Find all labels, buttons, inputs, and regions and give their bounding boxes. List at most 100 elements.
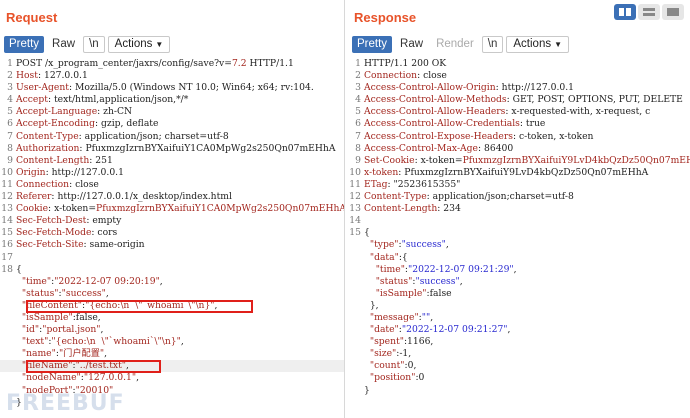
code-token: "门户配置" [58, 348, 105, 360]
line-number: 5 [7, 106, 13, 118]
code-token: : 251 [89, 154, 113, 166]
code-token: "type" [369, 239, 399, 251]
code-token: "spent" [369, 336, 404, 348]
code-token: PfuxmzgIzrnBYXaifuiY9LvD4kbQzDz50Qn07mEH [462, 154, 690, 166]
code-token: }, [364, 299, 379, 311]
line-text: Content-Type: application/json;charset=u… [363, 191, 574, 203]
code-line: 12 Content-Type: application/json;charset… [348, 191, 690, 203]
code-line: } [348, 385, 690, 397]
code-token: , [104, 348, 108, 360]
line-number: 3 [355, 82, 361, 94]
code-line: 7 Access-Control-Expose-Headers: c-token,… [348, 131, 690, 143]
code-line: 13 Cookie: x-token=PfuxmzgIzrnBYXaifuiY1C… [0, 203, 344, 215]
line-text: Connection: close [363, 70, 447, 82]
code-token: Host [16, 70, 38, 82]
code-token: "{echo:\n \"`whoami`\"\n}" [85, 299, 215, 311]
code-line: 15 Sec-Fetch-Mode: cors [0, 227, 344, 239]
code-token: "fileName" [21, 360, 73, 372]
code-token: HTTP/1.1 200 OK [364, 58, 447, 69]
actions-dropdown[interactable]: Actions ▼ [107, 36, 171, 53]
chevron-down-icon: ▼ [155, 40, 164, 49]
code-token: :false [426, 287, 452, 299]
line-number: 8 [7, 142, 13, 154]
code-token: Access-Control-Allow-Methods [364, 94, 507, 106]
tab-pretty[interactable]: Pretty [4, 36, 45, 53]
code-token: "time" [21, 275, 52, 287]
line-text: "isSample":false [363, 288, 452, 300]
code-token: : Mozilla/5.0 (Windows NT 10.0; Win64; x… [68, 82, 314, 94]
line-text: Referer: http://127.0.0.1/x_desktop/inde… [15, 191, 232, 203]
code-line: "spent":1166, [348, 336, 690, 348]
line-number [348, 348, 363, 360]
line-number: 5 [355, 106, 361, 118]
split-horizontal-button[interactable] [614, 4, 636, 20]
code-line: "isSample":false, [0, 312, 344, 324]
code-line: "id":"portal.json", [0, 324, 344, 336]
code-token: "status" [375, 275, 413, 287]
code-line: 11 Connection: close [0, 179, 344, 191]
code-token: : zh-CN [97, 106, 133, 118]
line-text: Authorization: PfuxmzgIzrnBYXaifuiY1CA0M… [15, 143, 335, 155]
code-token: Sec-Fetch-Mode [16, 227, 92, 239]
line-text: User-Agent: Mozilla/5.0 (Windows NT 10.0… [15, 82, 314, 94]
tab-newline[interactable]: \n [481, 36, 504, 53]
line-number: 18 [1, 263, 13, 275]
line-text: } [363, 385, 370, 397]
line-text: Set-Cookie: x-token=PfuxmzgIzrnBYXaifuiY… [363, 155, 690, 167]
code-token: :-1, [396, 348, 412, 360]
code-token: Content-Length [16, 154, 90, 166]
single-pane-icon [667, 8, 679, 16]
code-token: "fileContent" [21, 299, 83, 311]
line-number: 12 [349, 191, 361, 203]
line-number [348, 372, 363, 384]
line-number: 14 [349, 215, 361, 227]
code-token: Authorization [16, 142, 80, 154]
code-token: ETag [364, 178, 388, 190]
line-number [0, 288, 15, 300]
single-view-button[interactable] [662, 4, 684, 20]
split-vertical-button[interactable] [638, 4, 660, 20]
code-token: , [100, 324, 104, 336]
code-token: :0, [404, 360, 417, 372]
tab-render[interactable]: Render [431, 36, 479, 53]
line-text: Cookie: x-token=PfuxmzgIzrnBYXaifuiY1CA0… [15, 203, 345, 215]
code-token: "size" [369, 348, 397, 360]
code-line: "name":"门户配置", [0, 348, 344, 360]
code-token: "data" [369, 251, 399, 263]
line-text: "time":"2022-12-07 09:21:29", [363, 264, 517, 276]
line-text: { [15, 264, 22, 276]
code-line: "message":"", [348, 312, 690, 324]
code-line: 16 Sec-Fetch-Site: same-origin [0, 239, 344, 251]
tab-pretty[interactable]: Pretty [352, 36, 393, 53]
tab-newline[interactable]: \n [83, 36, 105, 53]
code-line: 8 Authorization: PfuxmzgIzrnBYXaifuiY1CA0… [0, 143, 344, 155]
tab-raw[interactable]: Raw [395, 36, 428, 53]
code-token: PfuxmzgIzrnBYXaifuiY1CA0MpWg2s250Qn07mEH… [96, 203, 345, 215]
line-text: "message":"", [363, 312, 433, 324]
code-token: : 86400 [478, 142, 514, 154]
response-editor[interactable]: 1 HTTP/1.1 200 OK 2 Connection: close 3 Acces… [348, 58, 690, 418]
line-text: Access-Control-Allow-Headers: x-requeste… [363, 106, 650, 118]
line-number [0, 324, 15, 336]
code-line: }, [348, 300, 690, 312]
line-text: Sec-Fetch-Dest: empty [15, 215, 121, 227]
line-text: Accept-Encoding: gzip, deflate [15, 118, 158, 130]
request-editor[interactable]: 1 POST /x_program_center/jaxrs/config/sav… [0, 58, 344, 418]
code-token: "status" [21, 287, 59, 299]
request-title: Request [6, 10, 58, 25]
actions-dropdown[interactable]: Actions ▼ [506, 36, 570, 53]
code-token: Set-Cookie [364, 154, 415, 166]
code-line: "type":"success", [348, 239, 690, 251]
code-token: "2022-12-07 09:21:27" [401, 324, 508, 336]
code-line: 3 User-Agent: Mozilla/5.0 (Windows NT 10.… [0, 82, 344, 94]
code-token: : same-origin [83, 239, 145, 251]
line-text: Accept-Language: zh-CN [15, 106, 132, 118]
line-text: HTTP/1.1 200 OK [363, 58, 446, 70]
code-line: "text":"{echo:\n \"`whoami`\"\n}", [0, 336, 344, 348]
line-number: 13 [1, 203, 13, 215]
line-number: 12 [1, 191, 13, 203]
code-token: "2022-12-07 09:20:19" [54, 275, 160, 287]
code-token: { [16, 263, 22, 275]
code-line: "count":0, [348, 360, 690, 372]
tab-raw[interactable]: Raw [47, 36, 80, 53]
